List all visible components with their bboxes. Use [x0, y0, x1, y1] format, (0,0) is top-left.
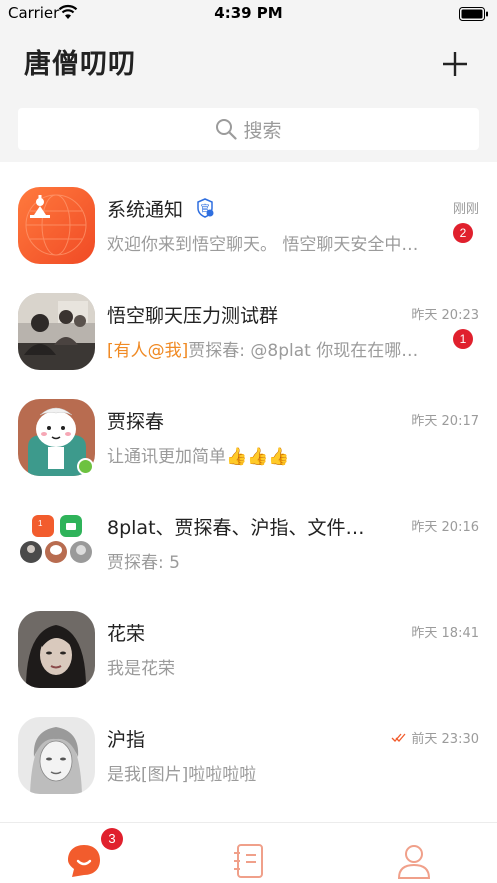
unread-badge: 2 [453, 223, 473, 243]
conversation-time: 昨天 20:16 [411, 520, 479, 535]
conversation-item[interactable]: 沪指 是我[图片]啦啦啦啦 前天 23:30 [0, 692, 497, 798]
online-status-indicator [77, 458, 94, 475]
conversation-preview: 是我[图片]啦啦啦啦 [107, 765, 257, 785]
conversation-name: 系统通知 官 [107, 195, 215, 223]
conversation-preview-text: 贾探春: @8plat 你现在在哪… [188, 341, 419, 361]
conversation-time: 昨天 18:41 [411, 626, 479, 641]
plus-icon [443, 52, 467, 76]
sketch-avatar [18, 717, 95, 794]
conversation-preview: [有人@我]贾探春: @8plat 你现在在哪… [107, 336, 418, 361]
clock: 4:39 PM [214, 4, 283, 22]
conversation-item[interactable]: 系统通知 官 欢迎你来到悟空聊天。 悟空聊天安全中… 刚刚 2 [0, 162, 497, 268]
profile-icon [397, 845, 431, 879]
chat-icon [68, 845, 100, 877]
conversation-preview: 贾探春: 5 [107, 553, 180, 573]
tab-contacts[interactable] [229, 841, 269, 881]
read-receipt-icon [391, 732, 411, 747]
chats-unread-badge: 3 [101, 828, 123, 850]
conversation-list[interactable]: 系统通知 官 欢迎你来到悟空聊天。 悟空聊天安全中… 刚刚 2 悟空聊天压力测试… [0, 162, 497, 822]
conversation-item[interactable]: 花荣 我是花荣 昨天 18:41 [0, 586, 497, 692]
add-button[interactable] [441, 50, 469, 78]
group-grid-avatar: 1 [18, 505, 95, 582]
search-placeholder: 搜索 [243, 119, 282, 142]
conversation-name: 悟空聊天压力测试群 [107, 305, 279, 327]
tab-chats[interactable] [64, 841, 104, 881]
conversation-preview: 让通讯更加简单👍👍👍 [107, 447, 290, 467]
conversation-name: 沪指 [107, 729, 146, 751]
conversation-time: 昨天 20:23 [411, 308, 479, 323]
conversation-name: 8plat、贾探春、沪指、文件… [107, 517, 365, 539]
conversation-time: 前天 23:30 [391, 728, 479, 747]
mention-tag: [有人@我] [107, 341, 189, 361]
official-verified-icon: 官 [195, 198, 215, 223]
conversation-name: 贾探春 [107, 411, 165, 433]
portrait-avatar [18, 611, 95, 688]
conversation-preview: 我是花荣 [107, 659, 175, 679]
header: 唐僧叨叨 搜索 [0, 28, 497, 162]
contacts-icon [234, 844, 263, 878]
conversation-item[interactable]: 1 8plat、贾探春、沪指、文件… 贾探春: 5 昨天 20:16 [0, 480, 497, 586]
page-title: 唐僧叨叨 [24, 49, 136, 80]
conversation-item[interactable]: 悟空聊天压力测试群 [有人@我]贾探春: @8plat 你现在在哪… 昨天 20… [0, 268, 497, 374]
search-bar[interactable]: 搜索 [18, 108, 479, 150]
status-bar: Carrier 4:39 PM [0, 0, 497, 28]
conversation-preview: 欢迎你来到悟空聊天。 悟空聊天安全中… [107, 235, 419, 255]
system-avatar [18, 187, 95, 264]
battery-icon [459, 6, 489, 25]
conversation-name-text: 系统通知 [107, 199, 184, 221]
tab-profile[interactable] [394, 841, 434, 881]
svg-text:1: 1 [38, 519, 43, 528]
search-icon [216, 119, 238, 140]
conversation-time: 昨天 20:17 [411, 414, 479, 429]
conversation-item[interactable]: 贾探春 让通讯更加简单👍👍👍 昨天 20:17 [0, 374, 497, 480]
tab-bar: 3 [0, 822, 497, 883]
group-photo-avatar [18, 293, 95, 370]
unread-badge: 1 [453, 329, 473, 349]
conversation-time-text: 前天 23:30 [411, 732, 479, 747]
conversation-time: 刚刚 [452, 202, 479, 217]
conversation-name: 花荣 [107, 623, 146, 645]
